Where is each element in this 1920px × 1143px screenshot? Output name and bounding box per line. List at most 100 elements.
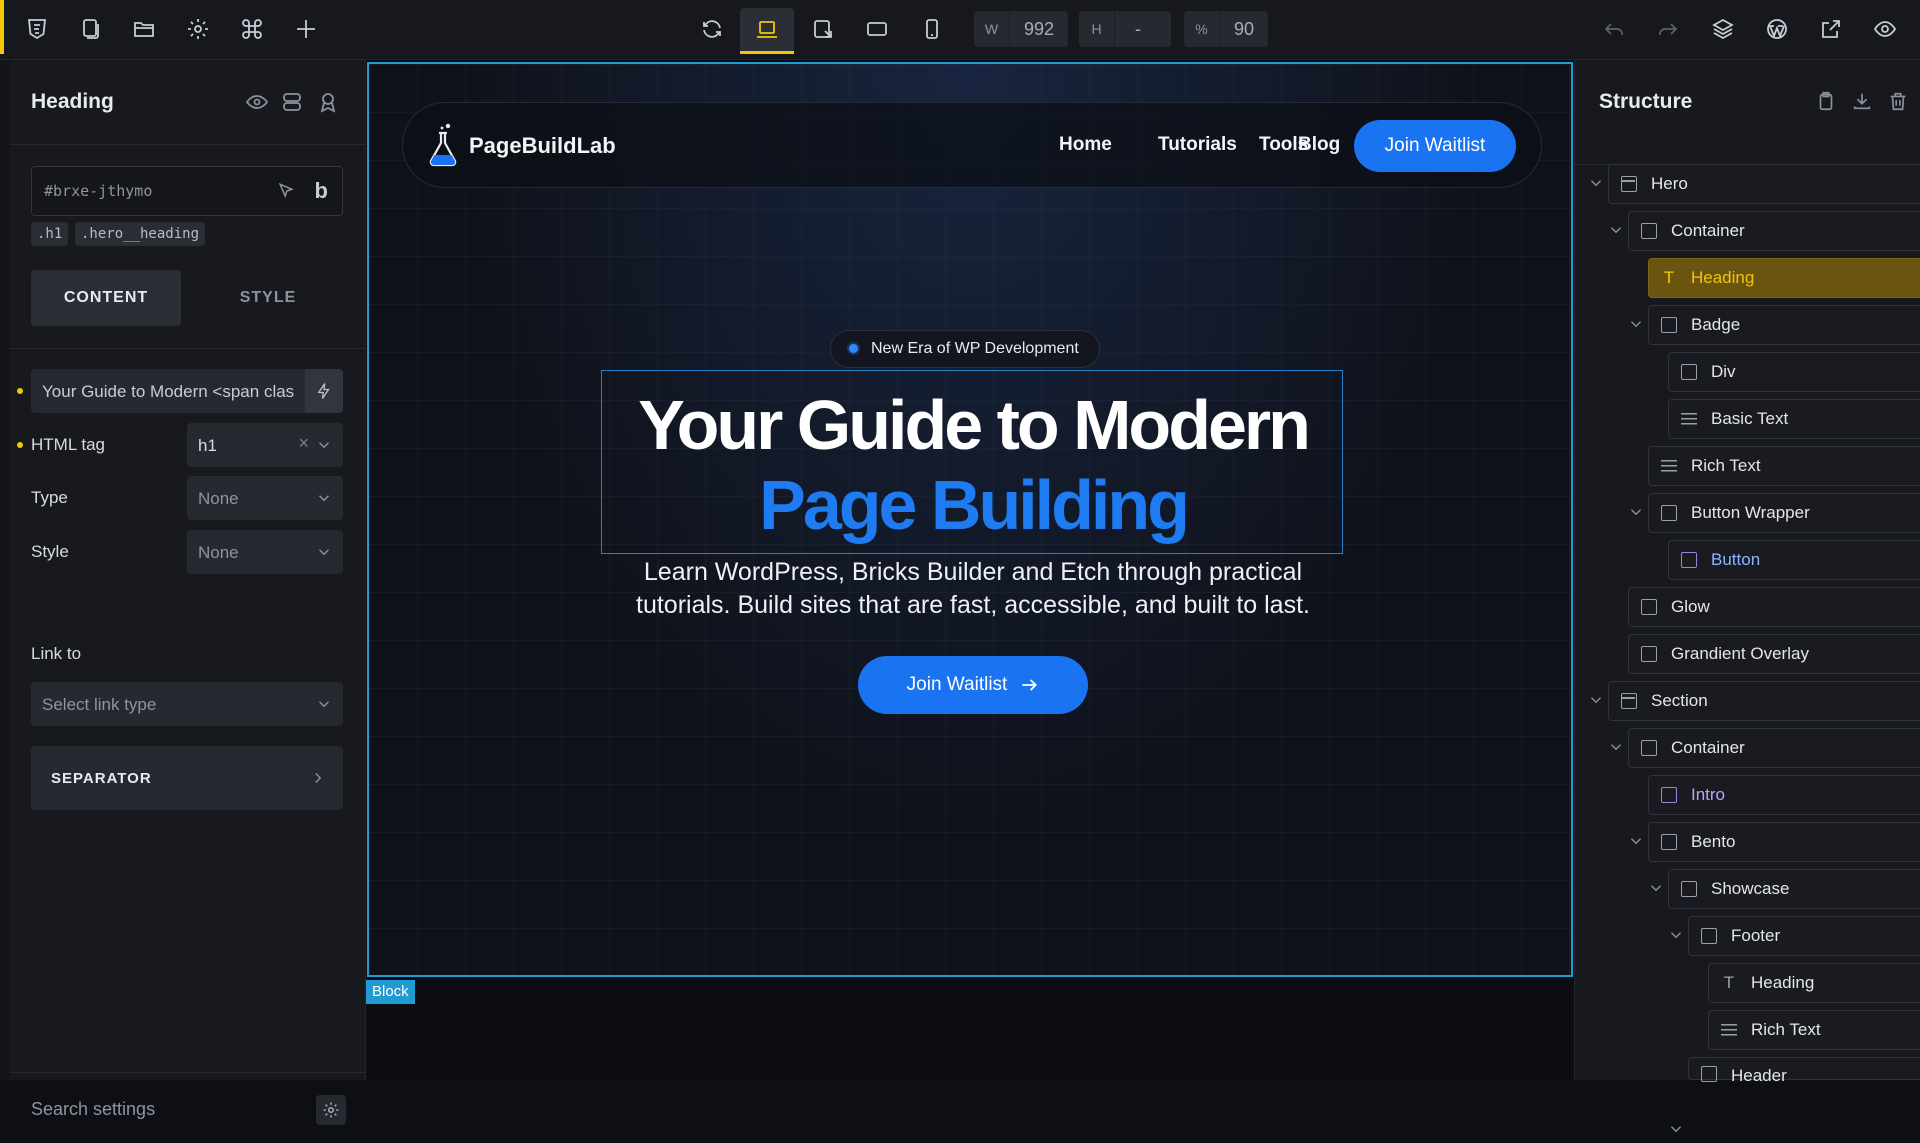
html-tag-select[interactable]: h1 × (187, 423, 343, 467)
nav-join-waitlist-button[interactable]: Join Waitlist (1354, 120, 1516, 172)
height-value[interactable]: - (1115, 19, 1155, 40)
tree-item-section[interactable]: Section (1608, 681, 1920, 721)
hero-section-frame[interactable]: PageBuildLab Home Tutorials Tools Blog J… (367, 62, 1573, 977)
folder-icon[interactable] (127, 12, 161, 46)
site-navbar[interactable]: PageBuildLab Home Tutorials Tools Blog J… (402, 102, 1542, 188)
clipboard-icon[interactable] (1815, 90, 1839, 114)
tree-item-badge[interactable]: Badge (1648, 305, 1920, 345)
type-value: None (198, 489, 239, 508)
block-label-tag[interactable]: Block (366, 980, 415, 1004)
tablet-landscape-icon[interactable] (806, 12, 840, 46)
refresh-icon[interactable] (695, 12, 729, 46)
builder-logo-icon[interactable] (20, 12, 54, 46)
pages-icon[interactable] (73, 12, 107, 46)
tab-style[interactable]: STYLE (193, 270, 343, 326)
tree-item-gradient-overlay[interactable]: Grandient Overlay (1628, 634, 1920, 674)
layers-icon[interactable] (1706, 12, 1740, 46)
external-link-icon[interactable] (1814, 12, 1848, 46)
chevron-down-icon[interactable] (1667, 1120, 1685, 1138)
hero-subtitle[interactable]: Learn WordPress, Bricks Builder and Etch… (569, 556, 1377, 622)
clear-x-icon[interactable]: × (298, 433, 309, 454)
nav-link-home[interactable]: Home (1059, 134, 1112, 156)
command-icon[interactable] (235, 12, 269, 46)
chevron-down-icon[interactable] (1607, 221, 1625, 239)
builder-canvas[interactable]: PageBuildLab Home Tutorials Tools Blog J… (366, 60, 1574, 1080)
tree-item-intro[interactable]: Intro (1648, 775, 1920, 815)
chevron-down-icon[interactable] (1627, 315, 1645, 333)
width-value[interactable]: 992 (1010, 19, 1068, 40)
chevron-down-icon[interactable] (1627, 832, 1645, 850)
separator-accordion[interactable]: SEPARATOR (31, 746, 343, 810)
tree-item-bento[interactable]: Bento (1648, 822, 1920, 862)
chevron-down-icon[interactable] (1647, 879, 1665, 897)
class-tag[interactable]: .hero__heading (75, 222, 206, 246)
undo-icon[interactable] (1597, 12, 1631, 46)
redo-icon[interactable] (1651, 12, 1685, 46)
type-select[interactable]: None (187, 476, 343, 520)
dynamic-data-bolt-icon[interactable] (305, 369, 343, 413)
visibility-eye-icon[interactable] (245, 90, 269, 114)
tree-item-basic-text[interactable]: Basic Text (1668, 399, 1920, 439)
height-field[interactable]: H - (1079, 11, 1171, 47)
tree-item-container[interactable]: Container (1628, 728, 1920, 768)
chevron-down-icon[interactable] (1587, 691, 1605, 709)
tree-item-rich-text[interactable]: Rich Text (1708, 1010, 1920, 1050)
div-icon (1641, 599, 1657, 615)
zoom-value[interactable]: 90 (1220, 19, 1268, 40)
tree-item-rich-text[interactable]: Rich Text (1648, 446, 1920, 486)
panel-edge (0, 60, 10, 1080)
width-field[interactable]: W 992 (974, 11, 1069, 47)
hero-heading-line-1: Your Guide to Modern (638, 386, 1311, 464)
tree-item-showcase[interactable]: Showcase (1668, 869, 1920, 909)
preview-eye-icon[interactable] (1868, 12, 1902, 46)
tree-item-container[interactable]: Container (1628, 211, 1920, 251)
add-icon[interactable] (289, 12, 323, 46)
tab-content[interactable]: CONTENT (31, 270, 181, 326)
heading-type-icon: T (1723, 973, 1735, 992)
tree-item-div[interactable]: Div (1668, 352, 1920, 392)
class-tag[interactable]: .h1 (31, 222, 69, 246)
search-settings-input[interactable]: Search settings (31, 1099, 155, 1120)
badge-award-icon[interactable] (316, 90, 340, 114)
hero-badge[interactable]: New Era of WP Development (830, 330, 1100, 368)
tree-item-glow[interactable]: Glow (1628, 587, 1920, 627)
download-icon[interactable] (1851, 90, 1875, 114)
hero-heading[interactable]: Your Guide to Modern Page Building (601, 370, 1343, 554)
tree-item-header[interactable]: Header (1688, 1057, 1920, 1085)
nav-link-tutorials[interactable]: Tutorials (1158, 134, 1237, 156)
gear-icon[interactable] (181, 12, 215, 46)
chevron-down-icon[interactable] (1607, 738, 1625, 756)
bold-toggle[interactable]: b (315, 178, 328, 204)
mobile-icon[interactable] (915, 12, 949, 46)
style-select[interactable]: None (187, 530, 343, 574)
heading-text-input[interactable]: Your Guide to Modern <span clas (31, 369, 343, 413)
link-type-select[interactable]: Select link type (31, 682, 343, 726)
tablet-icon[interactable] (860, 12, 894, 46)
laptop-breakpoint-icon[interactable] (740, 8, 794, 54)
database-icon[interactable] (280, 90, 304, 114)
height-label: H (1079, 11, 1115, 47)
hero-join-waitlist-button[interactable]: Join Waitlist (858, 656, 1088, 714)
top-toolbar: W 992 H - % 90 (0, 0, 1920, 60)
brand-name[interactable]: PageBuildLab (469, 133, 616, 159)
tree-item-hero[interactable]: Hero (1608, 164, 1920, 204)
tree-item-button[interactable]: Button (1668, 540, 1920, 580)
wordpress-icon[interactable] (1760, 12, 1794, 46)
tree-item-heading-selected[interactable]: T Heading (1648, 258, 1920, 298)
component-icon (1661, 787, 1677, 803)
tree-item-heading[interactable]: T Heading (1708, 963, 1920, 1003)
element-id-field[interactable]: #brxe-jthymo b (31, 166, 343, 216)
hero-cta-label: Join Waitlist (906, 674, 1008, 695)
tree-item-footer[interactable]: Footer (1688, 916, 1920, 956)
trash-icon[interactable] (1887, 90, 1911, 114)
chevron-down-icon[interactable] (1667, 926, 1685, 944)
chevron-down-icon[interactable] (1587, 174, 1605, 192)
select-cursor-icon[interactable] (276, 181, 296, 201)
tree-item-button-wrapper[interactable]: Button Wrapper (1648, 493, 1920, 533)
gear-icon[interactable] (316, 1095, 346, 1125)
zoom-field[interactable]: % 90 (1184, 11, 1269, 47)
nav-link-blog[interactable]: Blog (1298, 134, 1340, 156)
search-settings-bar[interactable]: Search settings (10, 1072, 366, 1140)
block-icon (1681, 881, 1697, 897)
chevron-down-icon[interactable] (1627, 503, 1645, 521)
